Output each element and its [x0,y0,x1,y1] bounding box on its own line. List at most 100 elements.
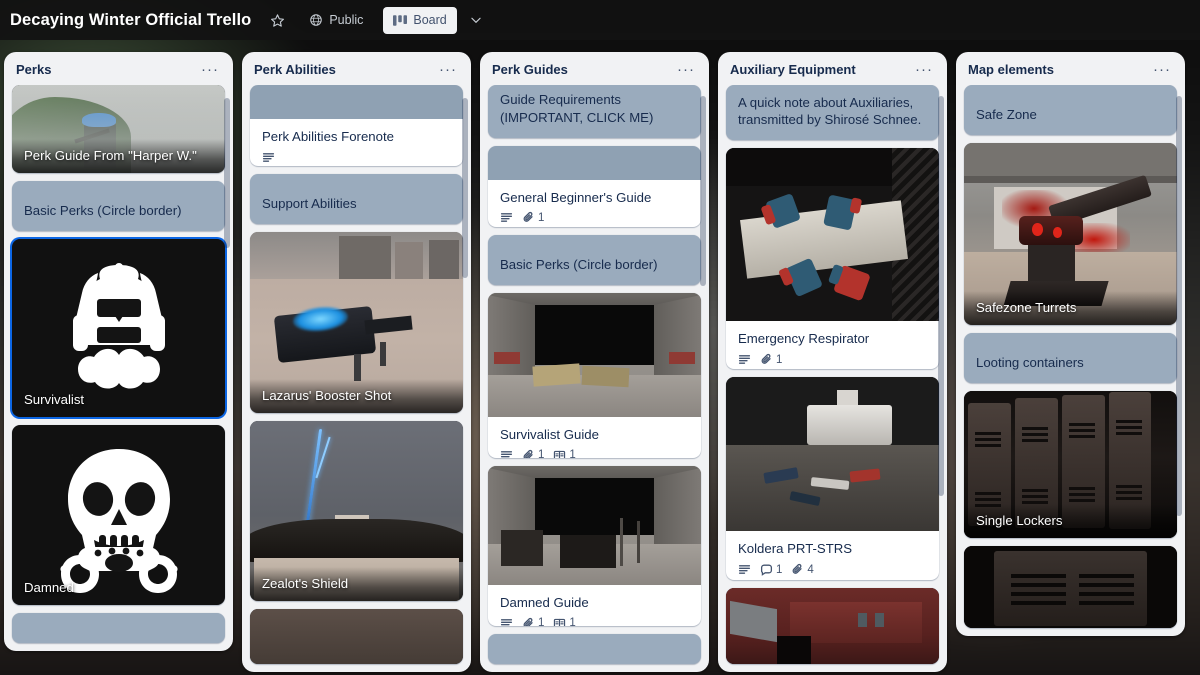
card-title: Lazarus' Booster Shot [250,378,463,413]
card[interactable]: Perk Guide From "Harper W." [12,85,225,173]
list-auxiliary-equipment: Auxiliary Equipment ··· A quick note about… [718,52,947,672]
list-header: Perk Abilities ··· [242,52,471,85]
list-title: Auxiliary Equipment [730,62,856,77]
card-badges: 1 [488,206,701,227]
card-title: Basic Perks (Circle border) [500,257,658,273]
badge-comment: 1 [760,563,787,576]
card-title: Damned Guide [500,594,589,610]
badge-count: 1 [776,353,783,366]
badge-cover-image: 1 [553,449,580,458]
list-scrollbar[interactable] [1176,96,1182,516]
badge-description [738,353,756,366]
card[interactable]: Single Lockers [964,391,1177,538]
card[interactable] [12,613,225,643]
card-color-cover [488,145,701,180]
list-title: Perk Abilities [254,62,336,77]
badge-description [500,617,518,626]
list-scrollbar[interactable] [224,98,230,248]
list-title: Perks [16,62,52,77]
trello-board-app: Decaying Winter Official Trello Public B… [0,0,1200,675]
card-title: A quick note about Auxiliaries, transmit… [738,94,922,128]
board-lists-container: Perks ··· Perk Guide From "Harper W." Basi… [0,40,1200,675]
badge-description [500,211,518,224]
card[interactable]: A quick note about Auxiliaries, transmit… [726,85,939,141]
badge-count: 1 [538,211,545,224]
list-perk-guides: Perk Guides ··· Guide Requirements (IMPORT… [480,52,709,672]
list-map-elements: Map elements ··· Safe Zone Safezone Turret… [956,52,1185,636]
card[interactable]: Basic Perks (Circle border) [488,234,701,285]
list-cards: Perk Abilities Forenote Support Abilities… [242,85,471,672]
list-scrollbar[interactable] [938,96,944,496]
card[interactable]: Survivalist Guide 1 1 [488,292,701,458]
card[interactable]: Survivalist [12,239,225,417]
list-scrollbar[interactable] [700,96,706,286]
badge-attachment: 1 [522,211,549,224]
card[interactable]: Guide Requirements (IMPORTANT, CLICK ME) [488,85,701,138]
card-title: Survivalist Guide [500,426,599,442]
card[interactable]: Looting containers [964,333,1177,383]
list-perks: Perks ··· Perk Guide From "Harper W." Basi… [4,52,233,651]
badge-attachment: 1 [760,353,787,366]
chevron-down-icon [469,13,483,27]
board-view-switcher-button[interactable]: Board [383,6,457,34]
list-actions-button[interactable]: ··· [195,62,225,77]
list-cards: Guide Requirements (IMPORTANT, CLICK ME)… [480,85,709,672]
card-title: Perk Guide From "Harper W." [12,139,225,173]
badge-count: 1 [538,449,545,458]
card-title: Damned [24,580,74,595]
card[interactable]: Damned [12,425,225,605]
card-title: Perk Abilities Forenote [262,129,394,144]
list-actions-button[interactable]: ··· [433,62,463,77]
list-title: Map elements [968,62,1054,77]
card-title: Emergency Respirator [738,331,870,347]
badge-count: 1 [538,617,545,626]
list-actions-button[interactable]: ··· [671,62,701,77]
card[interactable] [726,587,939,664]
badge-attachment: 1 [522,449,549,458]
card[interactable]: Basic Perks (Circle border) [12,181,225,231]
card-title: Koldera PRT-STRS [738,541,853,557]
board-view-icon [393,14,408,27]
card-title [12,622,225,643]
card[interactable] [964,546,1177,628]
card[interactable]: Safe Zone [964,85,1177,135]
board-visibility-button[interactable]: Public [301,7,371,33]
badge-description [738,563,756,576]
star-icon [270,13,285,28]
visibility-label: Public [329,13,364,27]
list-actions-button[interactable]: ··· [909,62,939,77]
badge-description [262,151,280,164]
card-title: Safezone Turrets [964,291,1177,325]
board-view-dropdown-button[interactable] [463,7,489,33]
board-header: Decaying Winter Official Trello Public B… [0,0,1200,40]
card-cover-image [250,608,463,665]
card-title: Zealot's Shield [250,566,463,601]
card[interactable]: Lazarus' Booster Shot [250,231,463,413]
card-title: Safe Zone [976,107,1037,123]
board-view-label: Board [413,13,447,27]
card[interactable]: Perk Abilities Forenote [250,85,463,166]
card[interactable] [488,634,701,664]
card-badges: 14 [726,558,939,580]
list-actions-button[interactable]: ··· [1147,62,1177,77]
card[interactable]: Safezone Turrets [964,143,1177,325]
card-title: Support Abilities [262,195,357,211]
card-cover-image [488,292,701,417]
card[interactable] [250,608,463,665]
badge-count: 4 [807,563,814,576]
card[interactable]: General Beginner's Guide 1 [488,145,701,227]
card[interactable]: Emergency Respirator 1 [726,148,939,370]
list-cards: Perk Guide From "Harper W." Basic Perks (… [4,85,233,651]
star-board-button[interactable] [263,7,291,33]
card[interactable]: Damned Guide 1 1 [488,465,701,626]
list-scrollbar[interactable] [462,98,468,278]
list-cards: A quick note about Auxiliaries, transmit… [718,85,947,672]
card[interactable]: Zealot's Shield [250,420,463,601]
badge-count: 1 [569,617,576,626]
card-cover-image [488,465,701,585]
card-color-cover [250,85,463,119]
card-badges: 11 [488,612,701,626]
card-badges: 1 [726,348,939,369]
card[interactable]: Koldera PRT-STRS 1 4 [726,377,939,580]
card[interactable]: Support Abilities [250,173,463,224]
